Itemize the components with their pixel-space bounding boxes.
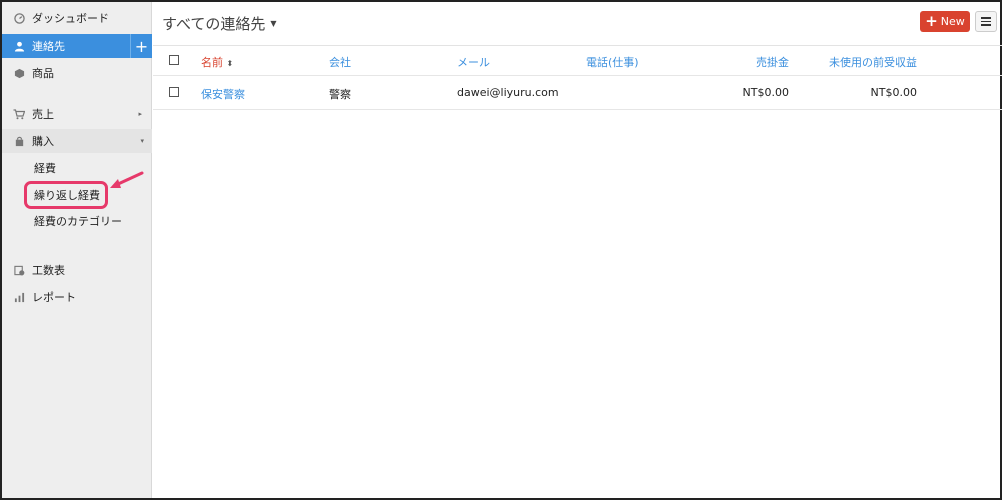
sidebar-item-label: 工数表: [32, 264, 65, 277]
sidebar-item-label: 売上: [32, 108, 54, 121]
highlight-annotation-box: [24, 181, 108, 209]
sidebar-subitem-label: 経費: [34, 162, 56, 175]
person-icon: [12, 39, 26, 53]
sidebar-subitem-label: 経費のカテゴリー: [34, 215, 122, 228]
app-window: ダッシュボード 連絡先 + 商品 売上 ▸ 購入 ▾ 経費 繰り返し経費 経費の…: [0, 0, 1002, 500]
email-cell: dawei@liyuru.com: [457, 86, 559, 99]
chevron-right-icon: ▸: [138, 110, 142, 118]
add-contact-button[interactable]: +: [130, 34, 152, 58]
more-menu-button[interactable]: [975, 11, 997, 32]
sidebar-subitem-expense-categories[interactable]: 経費のカテゴリー: [2, 209, 152, 233]
caret-down-icon: ▼: [270, 19, 277, 28]
column-header-unused-credits[interactable]: 未使用の前受収益: [807, 54, 917, 70]
new-contact-button[interactable]: + New: [920, 11, 970, 32]
sidebar-item-label: 購入: [32, 135, 54, 148]
sidebar-item-label: レポート: [32, 291, 76, 304]
sidebar-item-reports[interactable]: レポート: [2, 285, 152, 309]
sidebar-item-label: 商品: [32, 67, 54, 80]
box-icon: [12, 66, 26, 80]
sidebar-item-dashboard[interactable]: ダッシュボード: [2, 6, 152, 30]
column-header-company[interactable]: 会社: [329, 54, 351, 70]
page-title: すべての連絡先: [162, 15, 266, 33]
view-selector[interactable]: すべての連絡先 ▼: [162, 13, 277, 34]
cart-icon: [12, 107, 26, 121]
sidebar-item-label: 連絡先: [32, 40, 65, 53]
plus-icon: +: [925, 12, 938, 30]
select-all-checkbox[interactable]: [169, 55, 179, 65]
receivables-cell: NT$0.00: [742, 86, 789, 99]
column-header-name[interactable]: 名前 ⬍: [201, 54, 233, 70]
bag-icon: [12, 134, 26, 148]
sidebar-item-timesheet[interactable]: 工数表: [2, 258, 152, 282]
sidebar-item-label: ダッシュボード: [32, 12, 109, 25]
new-button-label: New: [940, 15, 965, 28]
hamburger-icon: [981, 17, 991, 19]
chevron-down-icon: ▾: [140, 137, 144, 145]
sidebar-item-purchases[interactable]: 購入 ▾: [2, 129, 152, 153]
bar-chart-icon: [12, 290, 26, 304]
column-header-email[interactable]: メール: [457, 54, 490, 70]
sidebar-item-contacts[interactable]: 連絡先 +: [2, 34, 152, 58]
dashboard-icon: [12, 11, 26, 25]
annotation-arrow-icon: [110, 171, 144, 188]
unused-credits-cell: NT$0.00: [870, 86, 917, 99]
divider: [153, 75, 1002, 76]
sidebar-item-items[interactable]: 商品: [2, 61, 152, 85]
column-header-receivables[interactable]: 売掛金: [713, 54, 789, 70]
contact-name-link[interactable]: 保安警察: [201, 86, 245, 102]
main-content: すべての連絡先 ▼ + New 名前 ⬍ 会社 メール 電話(仕事) 売掛金 未…: [153, 2, 1002, 498]
row-checkbox[interactable]: [169, 87, 179, 97]
timesheet-icon: [12, 263, 26, 277]
sidebar-item-sales[interactable]: 売上 ▸: [2, 102, 152, 126]
sort-icon: ⬍: [226, 59, 234, 68]
sidebar: ダッシュボード 連絡先 + 商品 売上 ▸ 購入 ▾ 経費 繰り返し経費 経費の…: [2, 2, 152, 498]
company-cell: 警察: [329, 88, 351, 101]
divider: [153, 109, 1002, 110]
divider: [153, 45, 1002, 46]
column-header-work-phone[interactable]: 電話(仕事): [586, 54, 639, 70]
